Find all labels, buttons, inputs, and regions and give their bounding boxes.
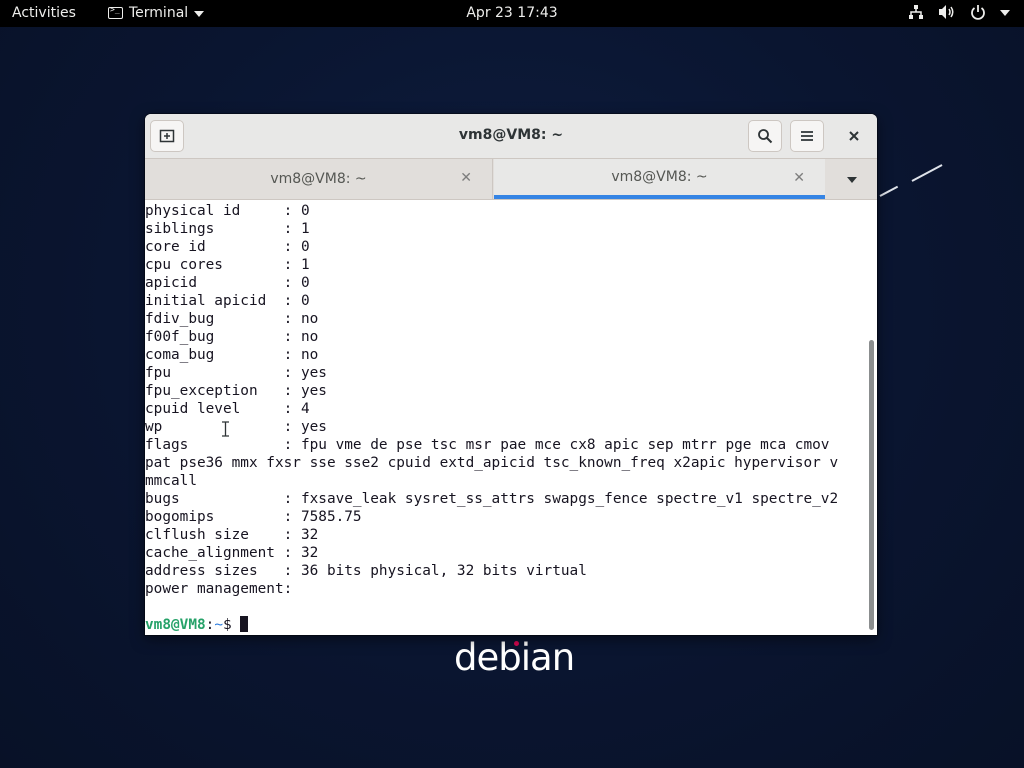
search-icon xyxy=(758,129,773,144)
terminal-line: siblings : 1 xyxy=(145,221,310,237)
prompt-path: ~ xyxy=(214,617,223,633)
prompt-user-host: vm8@VM8 xyxy=(145,617,206,633)
terminal-window: vm8@VM8: ~ vm8@VM8: ~ ✕ vm8@VM8: ~ ✕ phy… xyxy=(145,114,877,635)
terminal-line: bugs : fxsave_leak sysret_ss_attrs swapg… xyxy=(145,491,839,507)
chevron-down-icon xyxy=(1000,10,1010,16)
tab-label: vm8@VM8: ~ xyxy=(611,169,708,185)
terminal-line: physical id : 0 xyxy=(145,203,310,219)
terminal-line: power management: xyxy=(145,581,293,597)
terminal-line: f00f_bug : no xyxy=(145,329,319,345)
tab-list-button[interactable] xyxy=(826,159,877,199)
terminal-line: mmcall xyxy=(145,473,197,489)
close-tab-icon[interactable]: ✕ xyxy=(460,170,472,186)
prompt-symbol: $ xyxy=(223,617,241,633)
hamburger-menu-icon xyxy=(801,131,813,141)
tab-label: vm8@VM8: ~ xyxy=(270,171,367,187)
chevron-down-icon xyxy=(846,177,857,183)
tab-bar: vm8@VM8: ~ ✕ vm8@VM8: ~ ✕ xyxy=(145,159,877,200)
ibeam-cursor-icon xyxy=(222,421,229,437)
desktop: debian Activities Terminal Apr 23 17:43 xyxy=(0,0,1024,768)
close-button[interactable] xyxy=(840,122,868,150)
clock[interactable]: Apr 23 17:43 xyxy=(466,5,557,21)
activities-button[interactable]: Activities xyxy=(12,5,76,21)
terminal-line: clflush size : 32 xyxy=(145,527,319,543)
wallpaper-swoosh xyxy=(911,164,943,182)
terminal-line: cpuid level : 4 xyxy=(145,401,310,417)
terminal-output[interactable]: physical id : 0 siblings : 1 core id : 0 cp… xyxy=(145,200,866,635)
tab-terminal-1[interactable]: vm8@VM8: ~ ✕ xyxy=(145,159,493,199)
window-title: vm8@VM8: ~ xyxy=(458,127,564,143)
terminal-line: coma_bug : no xyxy=(145,347,319,363)
debian-logo-dot xyxy=(514,641,519,646)
power-icon xyxy=(971,5,985,20)
terminal-icon xyxy=(108,5,123,19)
terminal-line: wp : yes xyxy=(145,419,327,435)
terminal-line: address sizes : 36 bits physical, 32 bit… xyxy=(145,563,587,579)
status-menu[interactable] xyxy=(908,4,1010,20)
wallpaper-swoosh xyxy=(879,185,899,197)
terminal-lines: physical id : 0 siblings : 1 core id : 0 cp… xyxy=(145,202,838,616)
prompt-line: vm8@VM8:~$ xyxy=(145,616,249,634)
terminal-line: bogomips : 7585.75 xyxy=(145,509,362,525)
terminal-line: flags : fpu vme de pse tsc msr pae mce c… xyxy=(145,437,830,453)
scrollbar[interactable] xyxy=(866,200,877,635)
terminal-line: fdiv_bug : no xyxy=(145,311,319,327)
terminal-line: core id : 0 xyxy=(145,239,310,255)
terminal-line: pat pse36 mmx fxsr sse sse2 cpuid extd_a… xyxy=(145,455,839,471)
new-tab-button[interactable] xyxy=(150,120,184,152)
terminal-line: cache_alignment : 32 xyxy=(145,545,319,561)
search-button[interactable] xyxy=(748,120,782,152)
new-tab-icon xyxy=(159,129,175,143)
menu-button[interactable] xyxy=(790,120,824,152)
top-bar: Activities Terminal Apr 23 17:43 xyxy=(0,0,1024,27)
terminal-line: initial apicid : 0 xyxy=(145,293,310,309)
terminal-line: cpu cores : 1 xyxy=(145,257,310,273)
close-icon xyxy=(849,131,859,141)
app-menu[interactable]: Terminal xyxy=(108,5,205,21)
terminal-line: fpu : yes xyxy=(145,365,327,381)
terminal-line: fpu_exception : yes xyxy=(145,383,327,399)
scrollbar-thumb[interactable] xyxy=(869,340,874,630)
tab-terminal-2[interactable]: vm8@VM8: ~ ✕ xyxy=(494,159,825,199)
network-icon xyxy=(909,5,923,19)
header-bar[interactable]: vm8@VM8: ~ xyxy=(145,114,877,159)
terminal-cursor xyxy=(240,616,249,632)
close-tab-icon[interactable]: ✕ xyxy=(793,170,805,186)
terminal-line: apicid : 0 xyxy=(145,275,310,291)
app-menu-label: Terminal xyxy=(129,5,189,21)
volume-icon xyxy=(939,5,954,19)
chevron-down-icon xyxy=(194,11,205,17)
